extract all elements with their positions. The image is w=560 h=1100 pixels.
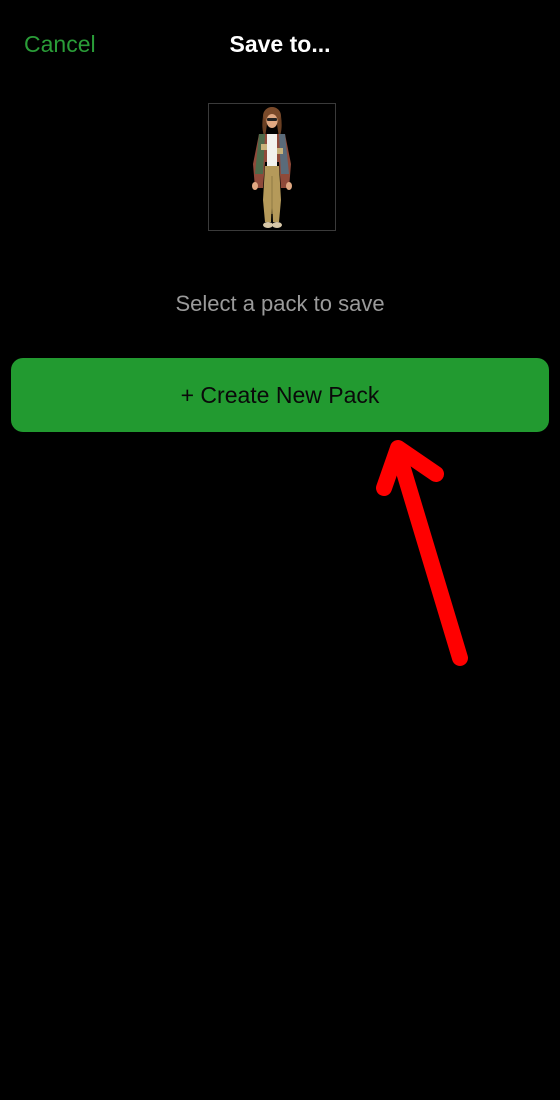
create-new-pack-button[interactable]: + Create New Pack: [11, 358, 549, 432]
sticker-preview: [208, 103, 336, 231]
select-pack-prompt: Select a pack to save: [175, 291, 385, 316]
red-arrow-icon: [376, 440, 468, 666]
page-title: Save to...: [229, 31, 331, 57]
person-sticker-image: [252, 107, 292, 228]
nav-bar: Cancel Save to...: [0, 0, 560, 88]
